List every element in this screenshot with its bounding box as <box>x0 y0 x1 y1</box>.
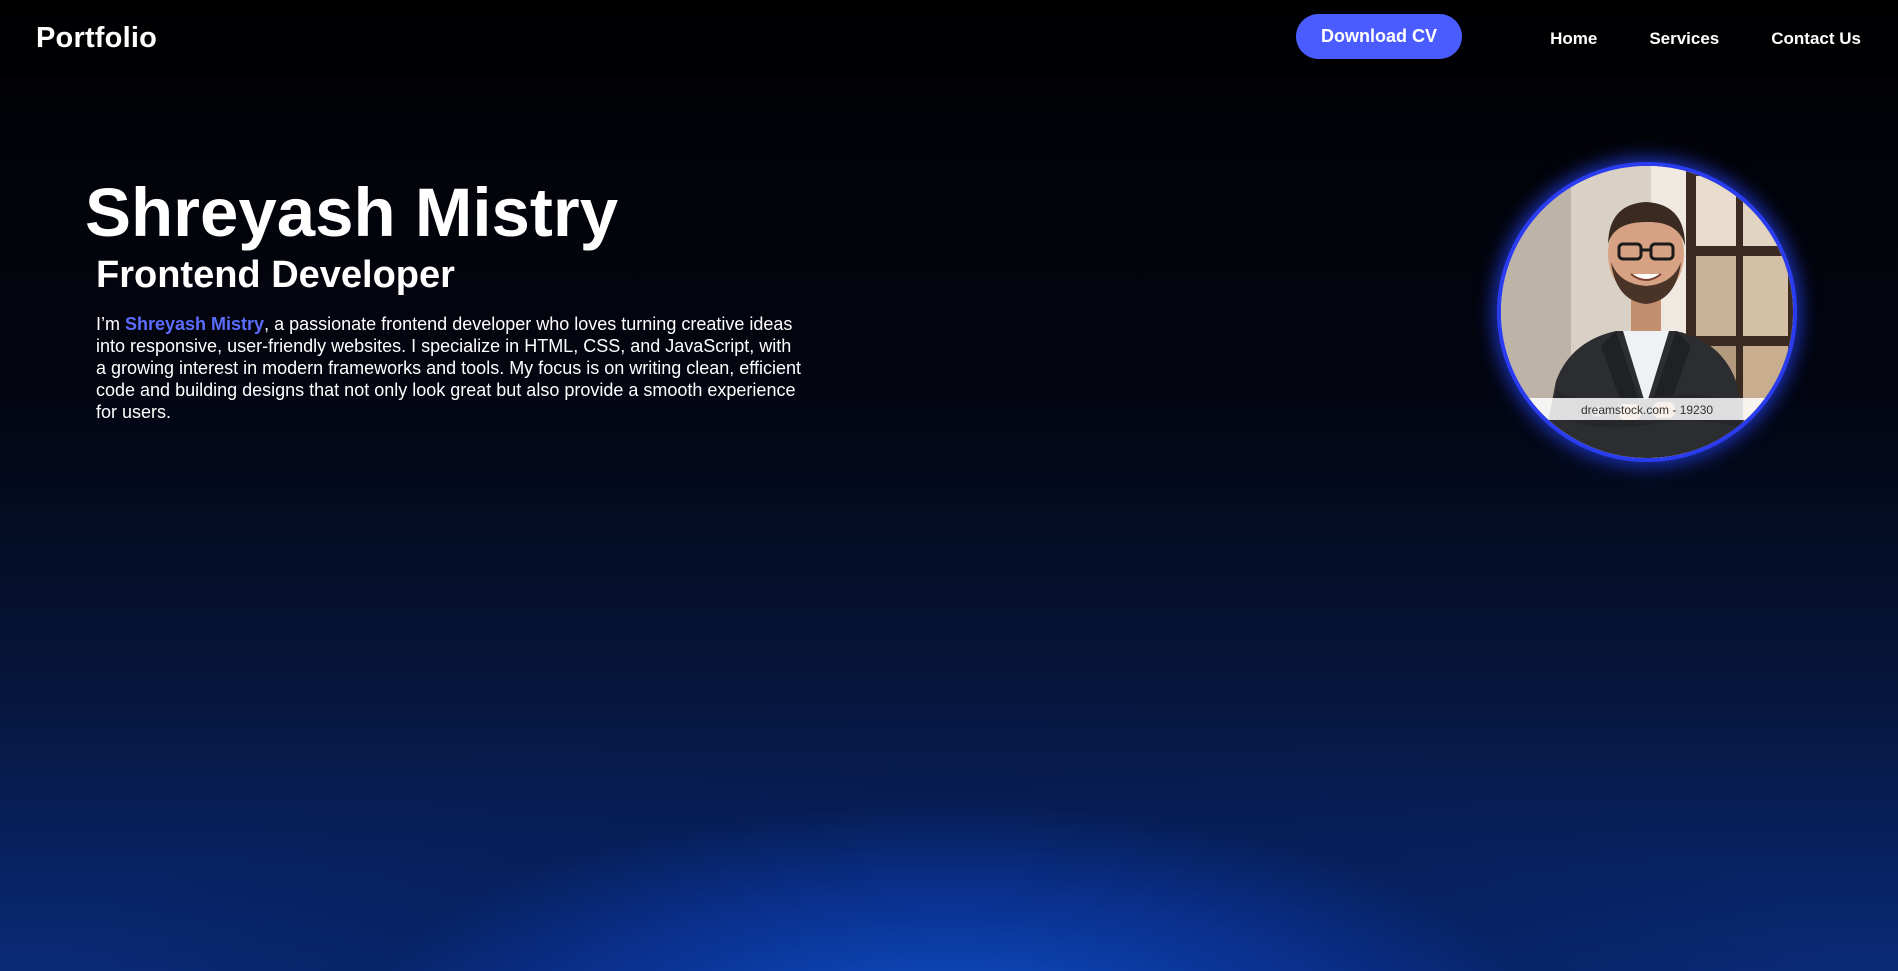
profile-photo: dreamstock.com - 19230 <box>1497 162 1797 462</box>
photo-watermark: dreamstock.com - 19230 <box>1581 403 1713 417</box>
nav-link-contact[interactable]: Contact Us <box>1771 29 1861 49</box>
brand-logo[interactable]: Portfolio <box>36 22 157 55</box>
hero-role: Frontend Developer <box>96 254 455 296</box>
profile-photo-illustration: dreamstock.com - 19230 <box>1501 166 1793 458</box>
bio-prefix: I’m <box>96 314 125 334</box>
nav-link-home[interactable]: Home <box>1550 29 1597 49</box>
bio-highlight-name: Shreyash Mistry <box>125 314 265 334</box>
hero-name: Shreyash Mistry <box>85 174 619 251</box>
nav-link-services[interactable]: Services <box>1649 29 1719 49</box>
download-cv-button[interactable]: Download CV <box>1296 14 1462 59</box>
hero-bio: I’m Shreyash Mistry, a passionate fronte… <box>96 313 802 423</box>
navbar: Portfolio Download CV Home Services Cont… <box>0 0 1898 78</box>
nav-links: Home Services Contact Us <box>1498 29 1861 49</box>
page: Portfolio Download CV Home Services Cont… <box>0 0 1898 971</box>
